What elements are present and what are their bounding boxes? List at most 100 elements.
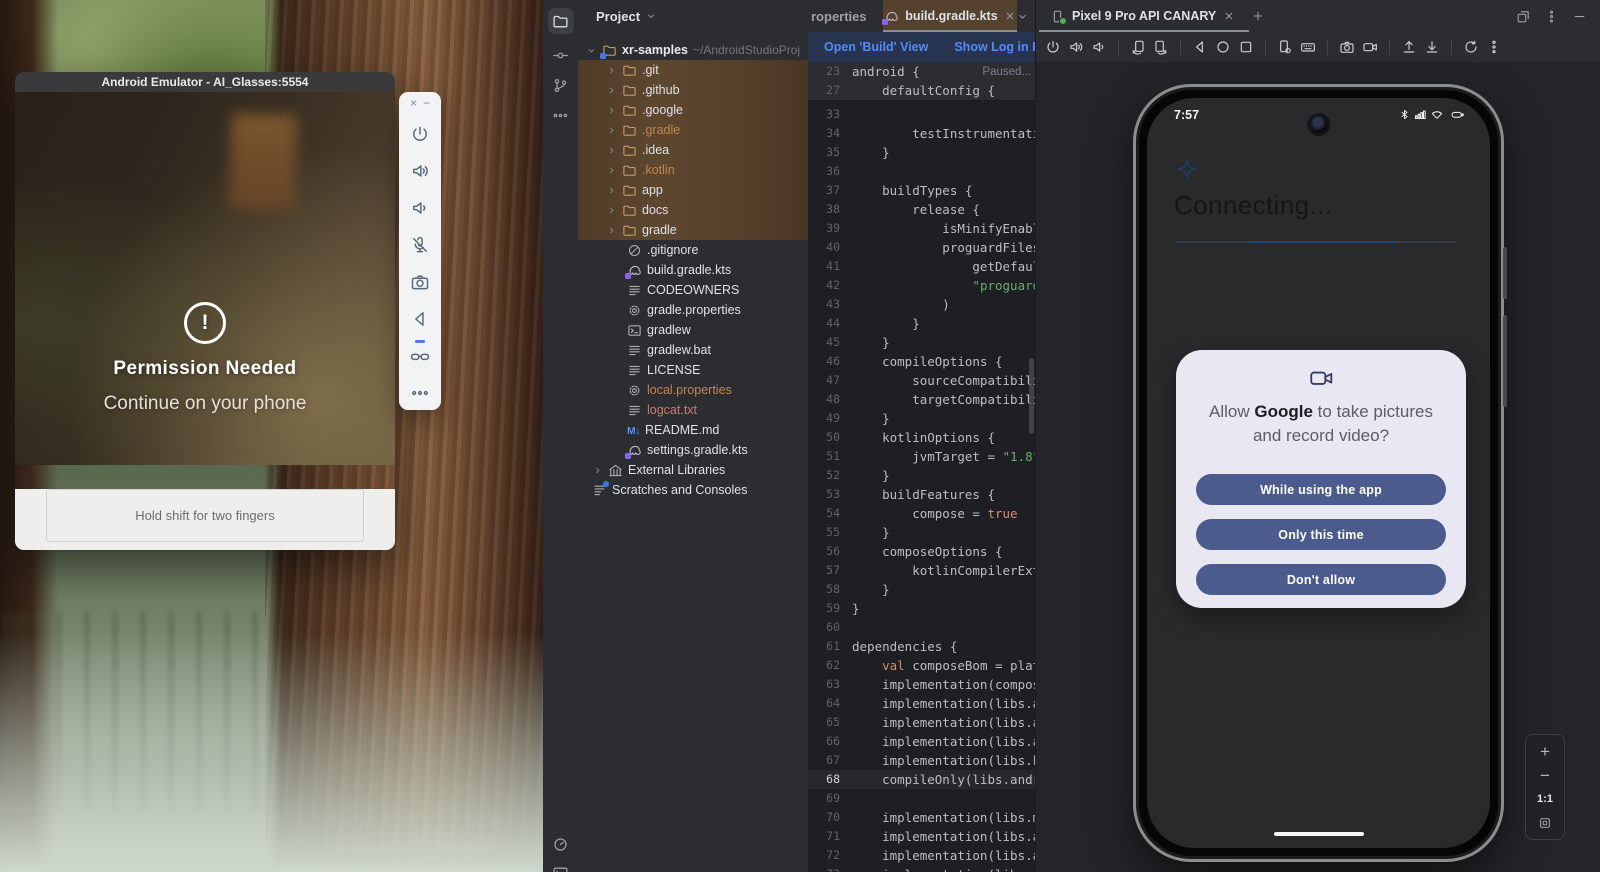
zoom-reset-button[interactable]: 1:1 — [1537, 792, 1553, 807]
keyboard-icon[interactable] — [1300, 39, 1316, 55]
tree-item-docs[interactable]: docs — [578, 200, 808, 220]
code-line-63[interactable]: 63 implementation(composeBo — [808, 675, 1035, 694]
tree-item-scratches-and-consoles[interactable]: Scratches and Consoles — [578, 480, 808, 500]
more-h-icon[interactable] — [552, 107, 569, 124]
code-line-27[interactable]: 27 defaultConfig { — [808, 81, 1035, 100]
tabs-dropdown-icon[interactable] — [1016, 10, 1029, 23]
tree-item-logcat-txt[interactable]: logcat.txt — [578, 400, 808, 420]
editor-scrollbar[interactable] — [1029, 358, 1034, 434]
code-line-50[interactable]: 50 kotlinOptions { — [808, 428, 1035, 447]
code-line-56[interactable]: 56 composeOptions { — [808, 542, 1035, 561]
new-device-tab-icon[interactable] — [1251, 9, 1265, 23]
code-line-40[interactable]: 40 proguardFiles( — [808, 238, 1035, 257]
more-v-icon[interactable] — [1486, 39, 1502, 55]
tree-item-gradlew-bat[interactable]: gradlew.bat — [578, 340, 808, 360]
vol-down-icon[interactable] — [410, 197, 431, 218]
emulator-display[interactable]: ! Permission Needed Continue on your pho… — [15, 92, 395, 465]
code-line-38[interactable]: 38 release { — [808, 200, 1035, 219]
only-this-time-button[interactable]: Only this time — [1196, 519, 1446, 550]
close-icon[interactable]: × — [410, 97, 417, 109]
tab-gradle-properties[interactable]: roperties — [808, 9, 867, 24]
chevron-right-icon[interactable] — [606, 185, 617, 196]
code-line-39[interactable]: 39 isMinifyEnabled — [808, 219, 1035, 238]
chevron-down-icon[interactable] — [586, 45, 597, 56]
camera-icon[interactable] — [1339, 39, 1355, 55]
tree-item-readme-md[interactable]: M↓README.md — [578, 420, 808, 440]
project-panel-header[interactable]: Project — [578, 0, 808, 32]
chevron-right-icon[interactable] — [606, 125, 617, 136]
code-line-42[interactable]: 42 "proguard-ru — [808, 276, 1035, 295]
zoom-in-button[interactable]: + — [1540, 744, 1550, 759]
code-line-53[interactable]: 53 buildFeatures { — [808, 485, 1035, 504]
tree-item-gitignore[interactable]: .gitignore — [578, 240, 808, 260]
chevron-right-icon[interactable] — [606, 85, 617, 96]
tree-item-gradle-properties[interactable]: gradle.properties — [578, 300, 808, 320]
power-icon[interactable] — [1045, 39, 1061, 55]
gauge-icon[interactable] — [552, 836, 569, 853]
tree-item-codeowners[interactable]: CODEOWNERS — [578, 280, 808, 300]
chevron-right-icon[interactable] — [606, 145, 617, 156]
overview-icon[interactable] — [1238, 39, 1254, 55]
chevron-down-icon[interactable] — [645, 10, 657, 22]
code-line-59[interactable]: 59} — [808, 599, 1035, 618]
vol-down-icon[interactable] — [1091, 39, 1107, 55]
terminal-icon[interactable] — [552, 865, 569, 872]
tree-item-git[interactable]: .git — [578, 60, 808, 80]
code-line-71[interactable]: 71 implementation(libs.andr — [808, 827, 1035, 846]
chevron-right-icon[interactable] — [606, 205, 617, 216]
code-line-55[interactable]: 55 } — [808, 523, 1035, 542]
tree-item-local-properties[interactable]: local.properties — [578, 380, 808, 400]
folder-tool-icon[interactable] — [548, 8, 574, 34]
record-icon[interactable] — [1362, 39, 1378, 55]
don-t-allow-button[interactable]: Don't allow — [1196, 564, 1446, 595]
tree-item-kotlin[interactable]: .kotlin — [578, 160, 808, 180]
chevron-right-icon[interactable] — [606, 165, 617, 176]
code-line-52[interactable]: 52 } — [808, 466, 1035, 485]
tree-item-gradle[interactable]: gradle — [578, 220, 808, 240]
code-line-64[interactable]: 64 implementation(libs.andr — [808, 694, 1035, 713]
while-using-the-app-button[interactable]: While using the app — [1196, 474, 1446, 505]
code-line-69[interactable]: 69 — [808, 789, 1035, 808]
show-log-in-finder-link[interactable]: Show Log in Finder — [954, 40, 1035, 54]
rotate-r-icon[interactable] — [1153, 39, 1169, 55]
close-tab-icon[interactable] — [1004, 10, 1016, 22]
tree-item-settings-gradle-kts[interactable]: settings.gradle.kts — [578, 440, 808, 460]
emulator-titlebar[interactable]: Android Emulator - AI_Glasses:5554 — [15, 72, 395, 92]
open-build-view-link[interactable]: Open 'Build' View — [824, 40, 928, 54]
code-line-68[interactable]: 68 compileOnly(libs.android — [808, 770, 1035, 789]
code-line-72[interactable]: 72 implementation(libs.andr — [808, 846, 1035, 865]
power-icon[interactable] — [410, 123, 431, 144]
vol-up-icon[interactable] — [1068, 39, 1084, 55]
chevron-right-icon[interactable] — [606, 105, 617, 116]
tab-build-gradle-kts[interactable]: build.gradle.kts — [883, 0, 1017, 32]
code-line-67[interactable]: 67 implementation(libs.kotl — [808, 751, 1035, 770]
code-editor[interactable]: 3334 testInstrumentationR35 }3637 buildT… — [808, 100, 1035, 872]
tab-pixel-9-pro-api-canary[interactable]: Pixel 9 Pro API CANARY — [1036, 0, 1235, 32]
code-line-70[interactable]: 70 implementation(libs.mate — [808, 808, 1035, 827]
fit-to-window-icon[interactable] — [1538, 816, 1552, 830]
tree-item-gradle[interactable]: .gradle — [578, 120, 808, 140]
nav-handle[interactable] — [1274, 832, 1364, 837]
code-line-43[interactable]: 43 ) — [808, 295, 1035, 314]
tree-item-app[interactable]: app — [578, 180, 808, 200]
chevron-right-icon[interactable] — [606, 225, 617, 236]
back-icon[interactable] — [410, 308, 431, 329]
code-line-35[interactable]: 35 } — [808, 143, 1035, 162]
code-line-66[interactable]: 66 implementation(libs.andr — [808, 732, 1035, 751]
code-line-47[interactable]: 47 sourceCompatibility — [808, 371, 1035, 390]
chevron-right-icon[interactable] — [606, 65, 617, 76]
restart-icon[interactable] — [1463, 39, 1479, 55]
vol-up-icon[interactable] — [410, 160, 431, 181]
phone-screen[interactable]: 7:57 Connecting... Allow Google to take … — [1147, 98, 1490, 848]
download-icon[interactable] — [1424, 39, 1440, 55]
camera-icon[interactable] — [410, 271, 431, 292]
commit-icon[interactable] — [552, 47, 569, 64]
upload-icon[interactable] — [1401, 39, 1417, 55]
code-line-61[interactable]: 61dependencies { — [808, 637, 1035, 656]
code-line-45[interactable]: 45 } — [808, 333, 1035, 352]
code-line-48[interactable]: 48 targetCompatibility — [808, 390, 1035, 409]
code-line-60[interactable]: 60 — [808, 618, 1035, 637]
code-line-41[interactable]: 41 getDefaultPr — [808, 257, 1035, 276]
home-icon[interactable] — [1215, 39, 1231, 55]
code-line-65[interactable]: 65 implementation(libs.andr — [808, 713, 1035, 732]
